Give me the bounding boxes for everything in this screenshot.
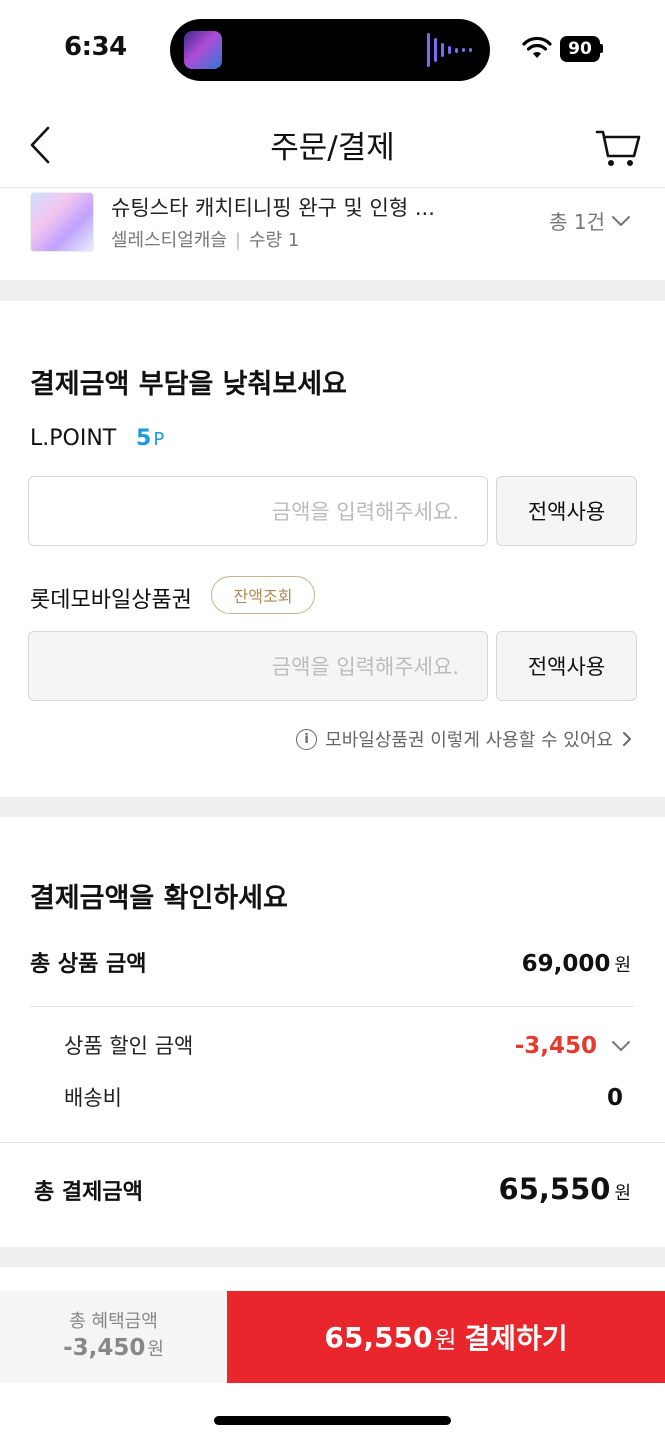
discount-amount: -3,450: [515, 1033, 631, 1059]
home-indicator[interactable]: [214, 1416, 451, 1425]
chevron-down-icon: [612, 1041, 630, 1051]
summary-divider: [0, 1142, 665, 1143]
giftcard-amount-input[interactable]: 금액을 입력해주세요.: [28, 631, 488, 701]
lpoint-amount-input[interactable]: 금액을 입력해주세요.: [28, 476, 488, 546]
summary-section-title: 결제금액을 확인하세요: [30, 883, 288, 914]
giftcard-info-text: 모바일상품권 이렇게 사용할 수 있어요: [325, 730, 613, 751]
product-quantity: 수량 1: [249, 230, 300, 251]
lpoint-amount-placeholder: 금액을 입력해주세요.: [271, 500, 459, 524]
discount-section-title: 결제금액 부담을 낮춰보세요: [30, 369, 347, 400]
balance-check-button[interactable]: 잔액조회: [211, 576, 315, 614]
chevron-right-icon: [623, 732, 631, 746]
benefit-unit: 원: [147, 1339, 164, 1360]
pay-button-amount: 65,550: [324, 1320, 433, 1354]
currency-unit: 원: [614, 1183, 631, 1204]
currency-unit: 원: [614, 955, 631, 976]
total-product-row: 총 상품 금액 69,000 원: [30, 946, 631, 978]
now-playing-artwork: [184, 31, 222, 69]
giftcard-label: 롯데모바일상품권: [30, 588, 192, 613]
shipping-row: 배송비 0: [64, 1082, 623, 1112]
lpoint-label: L.POINT: [30, 426, 117, 451]
section-divider: [0, 797, 665, 817]
product-brand: 셀레스티얼캐슬: [111, 230, 227, 251]
meta-separator: |: [234, 230, 241, 251]
product-total-toggle[interactable]: 총 1건: [549, 206, 631, 235]
total-benefit-value: -3,450: [63, 1335, 146, 1361]
section-divider: [0, 280, 665, 301]
product-thumbnail: [30, 192, 94, 252]
total-product-value: 69,000: [521, 951, 611, 977]
discount-row[interactable]: 상품 할인 금액 -3,450: [64, 1030, 631, 1060]
total-product-label: 총 상품 금액: [30, 952, 147, 977]
discount-value: -3,450: [514, 1033, 597, 1059]
total-benefit-label: 총 혜택금액: [69, 1311, 158, 1332]
total-payment-value: 65,550: [498, 1172, 611, 1206]
total-product-amount: 69,000 원: [522, 951, 631, 977]
wifi-icon: [522, 36, 552, 58]
lpoint-balance: 5P: [136, 426, 164, 451]
product-total-count: 총 1건: [549, 210, 605, 234]
order-product-summary[interactable]: 슈팅스타 캐치티니핑 완구 및 인형 ... 셀레스티얼캐슬 | 수량 1 총 1건: [0, 188, 665, 280]
battery-tip: [600, 44, 603, 53]
pay-button-label: 결제하기: [464, 1322, 568, 1355]
giftcard-info-link[interactable]: i 모바일상품권 이렇게 사용할 수 있어요: [296, 726, 633, 752]
audio-wave-icon: [427, 31, 472, 69]
dynamic-island: [170, 19, 490, 81]
shipping-label: 배송비: [64, 1086, 122, 1110]
info-icon: i: [296, 728, 318, 750]
lpoint-use-all-button[interactable]: 전액사용: [496, 476, 637, 546]
shipping-value: 0: [606, 1085, 623, 1111]
bottom-payment-bar: 총 혜택금액 -3,450 원 65,550 원 결제하기: [0, 1291, 665, 1383]
header: 주문/결제: [0, 100, 665, 188]
total-payment-amount: 65,550 원: [499, 1172, 631, 1206]
status-bar: 6:34 90: [0, 0, 665, 100]
giftcard-amount-placeholder: 금액을 입력해주세요.: [271, 655, 459, 679]
battery-icon: 90: [560, 36, 600, 62]
giftcard-use-all-button[interactable]: 전액사용: [496, 631, 637, 701]
discount-label: 상품 할인 금액: [64, 1034, 194, 1058]
product-meta: 셀레스티얼캐슬 | 수량 1: [111, 226, 299, 252]
section-divider: [0, 1247, 665, 1267]
page-title: 주문/결제: [270, 130, 395, 166]
cart-icon[interactable]: [594, 124, 642, 170]
pay-button[interactable]: 65,550 원 결제하기: [227, 1291, 665, 1383]
pay-button-unit: 원: [434, 1325, 457, 1354]
lpoint-balance-value: 5: [136, 426, 152, 451]
total-payment-row: 총 결제금액 65,550 원: [34, 1172, 631, 1206]
lpoint-unit: P: [153, 429, 165, 450]
total-benefit: 총 혜택금액 -3,450 원: [0, 1291, 227, 1383]
status-time: 6:34: [64, 32, 127, 62]
total-benefit-amount: -3,450 원: [0, 1335, 227, 1361]
summary-divider: [30, 1006, 635, 1007]
chevron-down-icon: [612, 215, 630, 226]
product-name: 슈팅스타 캐치티니핑 완구 및 인형 ...: [111, 196, 435, 220]
total-payment-label: 총 결제금액: [34, 1180, 143, 1205]
